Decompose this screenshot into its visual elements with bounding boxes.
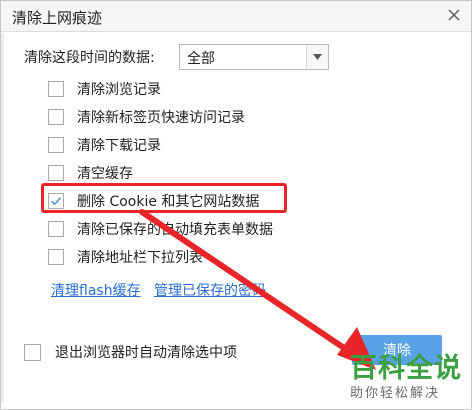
checkbox[interactable] [48,165,64,181]
chevron-down-icon [313,54,322,60]
option-label: 清空缓存 [77,166,133,182]
checkbox[interactable] [48,81,64,97]
checkbox[interactable] [48,109,64,125]
time-range-label: 清除这段时间的数据: [24,50,155,66]
dropdown-arrow[interactable] [306,45,328,69]
dialog-title: 清除上网痕迹 [12,9,103,27]
option-label: 清除新标签页快速访问记录 [77,110,245,126]
title-bar: 清除上网痕迹 [1,1,471,32]
option-label: 清除下载记录 [77,138,161,154]
checkbox[interactable] [48,249,64,265]
option-clear-autofill[interactable]: 清除已保存的自动填充表单数据 [48,218,273,240]
option-label: 清除已保存的自动填充表单数据 [77,222,273,238]
option-label: 退出浏览器时自动清除选中项 [55,345,237,361]
time-range-value: 全部 [187,51,215,67]
option-clear-cache[interactable]: 清空缓存 [48,162,133,184]
option-clear-address-bar-dropdown[interactable]: 清除地址栏下拉列表 [48,246,203,268]
clear-flash-cache-link[interactable]: 清理flash缓存 [51,280,141,300]
close-button[interactable] [443,4,465,26]
time-range-select[interactable]: 全部 [179,44,329,70]
option-clear-on-exit[interactable]: 退出浏览器时自动清除选中项 [24,341,237,363]
option-clear-download-history[interactable]: 清除下载记录 [48,134,161,156]
checkbox[interactable] [48,221,64,237]
background-window-edge [1,33,4,403]
watermark-subtitle: 助你轻松解决 [350,386,441,401]
manage-saved-passwords-link[interactable]: 管理已保存的密码 [154,280,266,300]
option-label: 清除浏览记录 [77,82,161,98]
watermark-title: 百科全说 [350,353,462,384]
option-clear-new-tab-history[interactable]: 清除新标签页快速访问记录 [48,106,245,128]
highlight-box [41,183,287,213]
option-label: 清除地址栏下拉列表 [77,250,203,266]
checkbox[interactable] [24,343,41,361]
checkbox[interactable] [48,137,64,153]
close-icon [448,9,460,21]
option-clear-browsing-history[interactable]: 清除浏览记录 [48,78,161,100]
watermark: 百科全说 助你轻松解决 [340,346,468,406]
